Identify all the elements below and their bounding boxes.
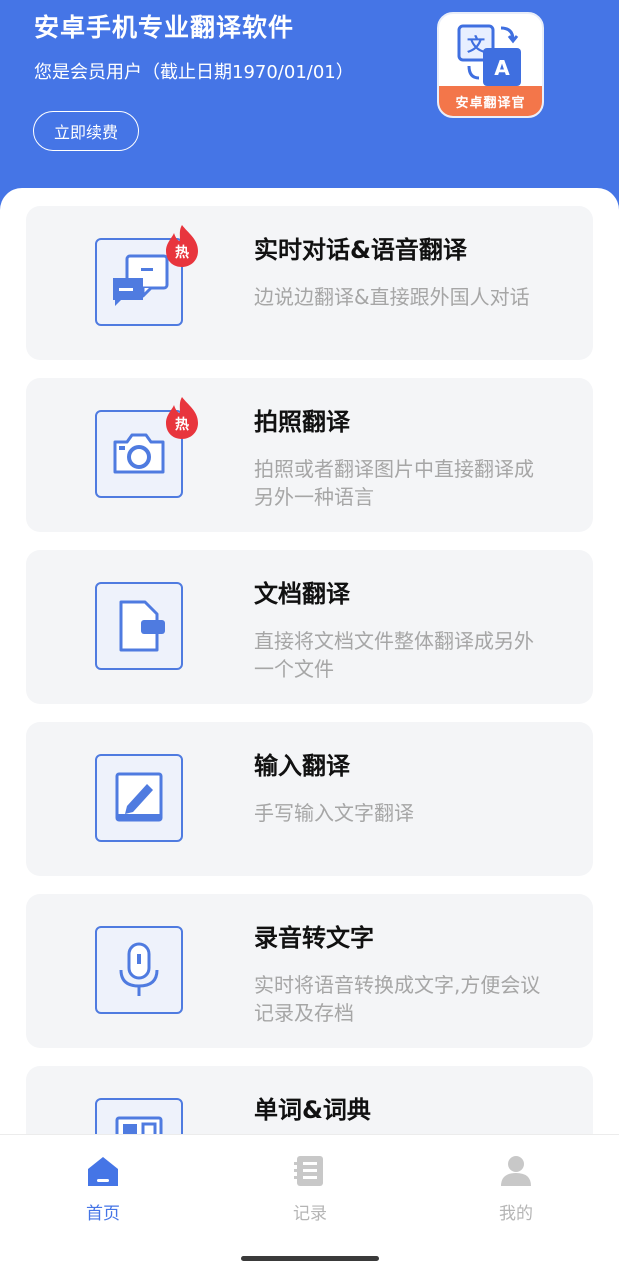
tab-profile[interactable]: 我的	[476, 1153, 556, 1233]
profile-icon	[501, 1156, 531, 1186]
hot-badge-icon: 热	[166, 225, 198, 267]
tab-label: 我的	[499, 1204, 533, 1224]
app-title: 安卓手机专业翻译软件	[34, 13, 295, 42]
handwrite-icon	[95, 754, 183, 842]
feature-title: 单词&词典	[254, 1096, 371, 1124]
feature-list: 热 实时对话&语音翻译 边说边翻译&直接跟外国人对话 热 拍照翻译 拍照或者翻译…	[0, 188, 619, 1134]
feature-card-record-to-text[interactable]: 录音转文字 实时将语音转换成文字,方便会议记录及存档	[26, 894, 593, 1048]
microphone-icon	[95, 926, 183, 1014]
translate-logo-icon: 文 A	[457, 24, 521, 86]
feature-title: 文档翻译	[254, 580, 350, 608]
feature-card-input-translate[interactable]: 输入翻译 手写输入文字翻译	[26, 722, 593, 876]
feature-title: 输入翻译	[254, 752, 350, 780]
tab-label: 记录	[293, 1204, 327, 1224]
feature-title: 拍照翻译	[254, 408, 350, 436]
svg-text:热: 热	[175, 416, 189, 433]
records-icon	[294, 1156, 323, 1186]
svg-text:热: 热	[175, 244, 189, 261]
feature-title: 实时对话&语音翻译	[254, 236, 467, 264]
feature-desc: 实时将语音转换成文字,方便会议记录及存档	[254, 973, 541, 1025]
feature-desc: 边说边翻译&直接跟外国人对话	[254, 285, 530, 309]
feature-title: 录音转文字	[254, 924, 374, 952]
hot-badge-icon: 热	[166, 397, 198, 439]
document-icon	[95, 582, 183, 670]
feature-card-dictionary[interactable]: 单词&词典	[26, 1066, 593, 1134]
renew-button[interactable]: 立即续费	[33, 111, 139, 151]
app-logo: 文 A 安卓翻译官	[437, 12, 544, 118]
logo-glyph-en: A	[494, 56, 510, 80]
feature-desc: 手写输入文字翻译	[254, 801, 414, 825]
home-indicator	[241, 1256, 379, 1261]
tab-label: 首页	[86, 1204, 120, 1224]
member-status: 您是会员用户（截止日期1970/01/01）	[34, 62, 354, 83]
feature-card-document-translate[interactable]: 文档翻译 直接将文档文件整体翻译成另外一个文件	[26, 550, 593, 704]
feature-card-photo-translate[interactable]: 热 拍照翻译 拍照或者翻译图片中直接翻译成另外一种语言	[26, 378, 593, 532]
home-icon	[88, 1157, 118, 1186]
tab-home[interactable]: 首页	[63, 1153, 143, 1233]
feature-desc: 直接将文档文件整体翻译成另外一个文件	[254, 629, 534, 681]
tab-records[interactable]: 记录	[270, 1153, 350, 1233]
feature-card-realtime-dialogue[interactable]: 热 实时对话&语音翻译 边说边翻译&直接跟外国人对话	[26, 206, 593, 360]
logo-banner-text: 安卓翻译官	[439, 86, 542, 116]
dictionary-icon	[95, 1098, 183, 1134]
feature-desc: 拍照或者翻译图片中直接翻译成另外一种语言	[254, 457, 534, 509]
